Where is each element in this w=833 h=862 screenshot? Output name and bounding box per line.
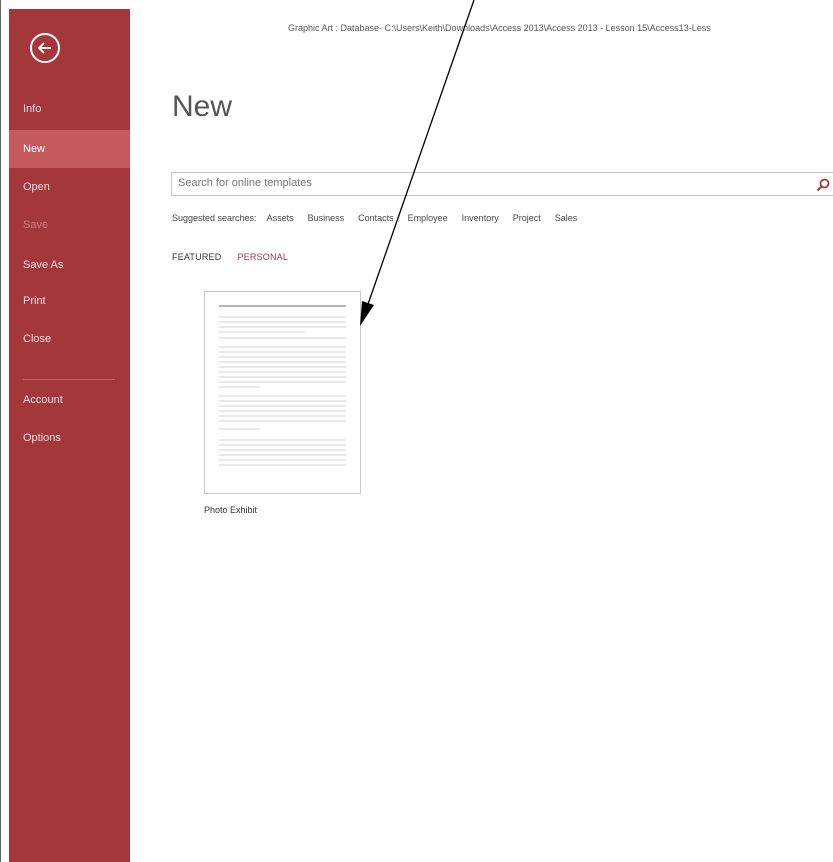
template-card-photo-exhibit[interactable] [204, 291, 361, 494]
nav-label: Account [23, 394, 63, 406]
suggested-link-project[interactable]: Project [513, 213, 541, 223]
nav-label: Print [23, 295, 46, 307]
nav-account[interactable]: Account [9, 381, 130, 419]
suggested-link-inventory[interactable]: Inventory [462, 213, 499, 223]
window-title: Graphic Art : Database- C:\Users\Keith\D… [288, 23, 711, 33]
nav-info[interactable]: Info [9, 90, 130, 128]
nav-print[interactable]: Print [9, 282, 130, 320]
tab-personal[interactable]: PERSONAL [237, 252, 288, 262]
arrowhead-icon [360, 301, 374, 326]
suggested-link-business[interactable]: Business [308, 213, 345, 223]
template-name: Photo Exhibit [204, 505, 258, 515]
nav-new[interactable]: New [9, 130, 130, 168]
nav-label: Close [23, 333, 52, 345]
nav-label: Options [23, 432, 61, 444]
nav-label: Save [23, 219, 49, 231]
nav-close[interactable]: Close [9, 320, 130, 358]
template-thumbnail [219, 305, 346, 466]
suggested-link-contacts[interactable]: Contacts [358, 213, 394, 223]
nav-label: Save As [23, 259, 64, 271]
template-tabs: FEATURED PERSONAL [172, 252, 304, 262]
nav-label: Info [23, 103, 42, 115]
suggested-link-employee[interactable]: Employee [408, 213, 448, 223]
nav-open[interactable]: Open [9, 168, 130, 206]
nav-save: Save [9, 206, 130, 244]
nav-options[interactable]: Options [9, 419, 130, 457]
search-icon[interactable] [815, 177, 831, 193]
page-title: New [172, 90, 233, 123]
search-input[interactable] [178, 177, 798, 189]
suggested-label: Suggested searches: [172, 213, 257, 223]
suggested-searches: Suggested searches: Assets Business Cont… [172, 213, 591, 223]
nav-label: Open [23, 181, 50, 193]
screenshot-border [0, 0, 1, 862]
nav-save-as[interactable]: Save As [9, 246, 130, 284]
suggested-link-assets[interactable]: Assets [267, 213, 294, 223]
template-search-box [171, 172, 833, 196]
nav-label: New [23, 143, 46, 155]
back-button[interactable] [30, 33, 60, 63]
back-arrow-icon [37, 42, 51, 54]
suggested-link-sales[interactable]: Sales [555, 213, 578, 223]
tab-featured[interactable]: FEATURED [172, 252, 221, 262]
backstage-sidebar: Info New Open Save Save As Print Close A… [9, 9, 130, 862]
nav-divider [23, 379, 115, 380]
